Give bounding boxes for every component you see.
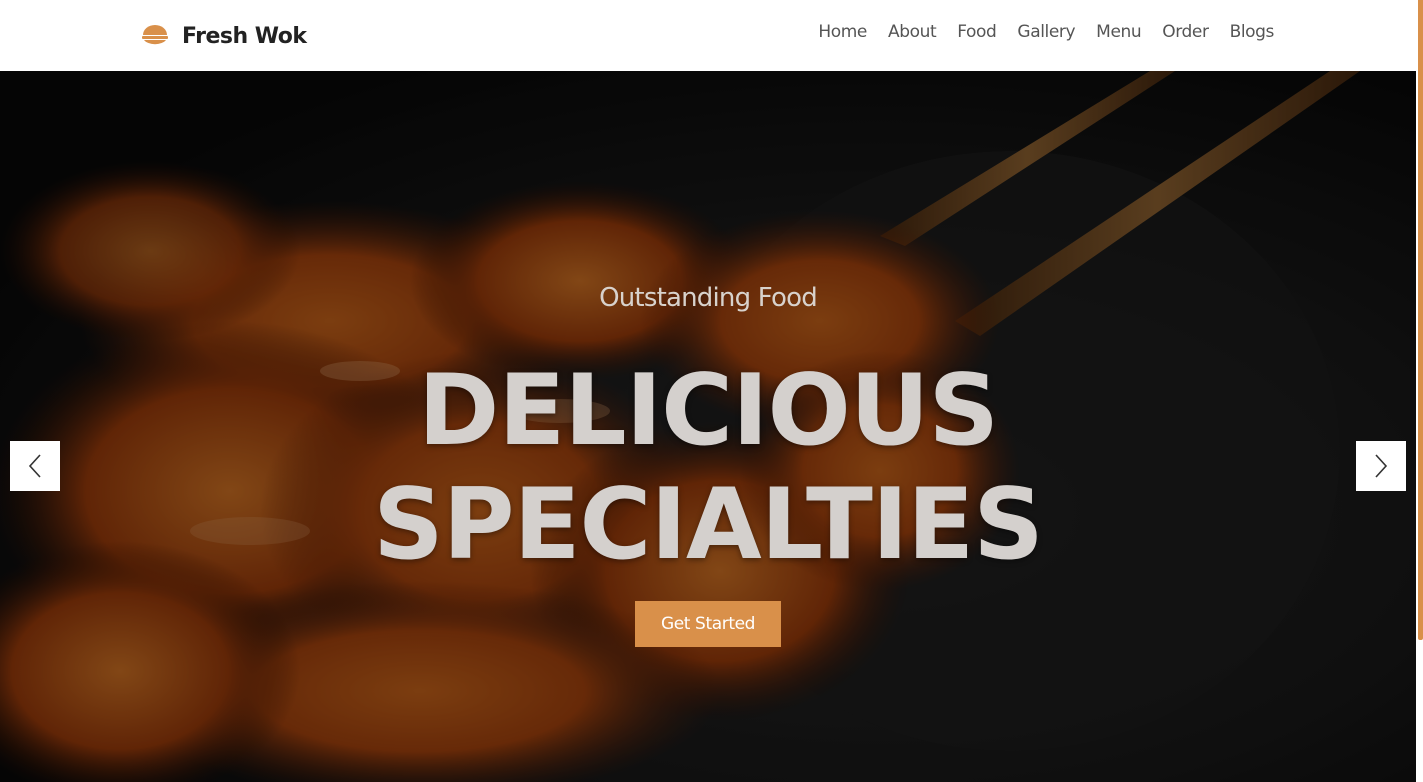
bowl-icon: [142, 25, 168, 45]
carousel-next-button[interactable]: [1356, 441, 1406, 491]
site-header: Fresh Wok Home About Food Gallery Menu O…: [0, 0, 1416, 71]
scrollbar-thumb[interactable]: [1418, 0, 1423, 640]
main-nav: Home About Food Gallery Menu Order Blogs: [797, 22, 1274, 42]
chevron-right-icon: [1375, 454, 1388, 478]
hero-title: DELICIOUS SPECIALTIES: [0, 354, 1416, 582]
page-scrollbar[interactable]: [1416, 0, 1423, 782]
chevron-left-icon: [28, 454, 41, 478]
hero-subtitle: Outstanding Food: [599, 283, 818, 313]
carousel-prev-button[interactable]: [10, 441, 60, 491]
nav-item-blogs[interactable]: Blogs: [1230, 22, 1275, 42]
brand-logo-link[interactable]: Fresh Wok: [141, 19, 307, 53]
hero-title-line-2: SPECIALTIES: [373, 468, 1044, 582]
nav-item-home[interactable]: Home: [818, 22, 867, 42]
page: Fresh Wok Home About Food Gallery Menu O…: [0, 0, 1423, 782]
hero-carousel: Outstanding Food DELICIOUS SPECIALTIES G…: [0, 71, 1416, 782]
nav-item-gallery[interactable]: Gallery: [1017, 22, 1075, 42]
nav-item-order[interactable]: Order: [1162, 22, 1209, 42]
nav-item-about[interactable]: About: [888, 22, 937, 42]
nav-item-menu[interactable]: Menu: [1096, 22, 1141, 42]
nav-item-food[interactable]: Food: [957, 22, 997, 42]
hero-title-line-1: DELICIOUS: [417, 354, 999, 468]
brand-name: Fresh Wok: [182, 23, 307, 49]
get-started-button[interactable]: Get Started: [635, 601, 781, 647]
